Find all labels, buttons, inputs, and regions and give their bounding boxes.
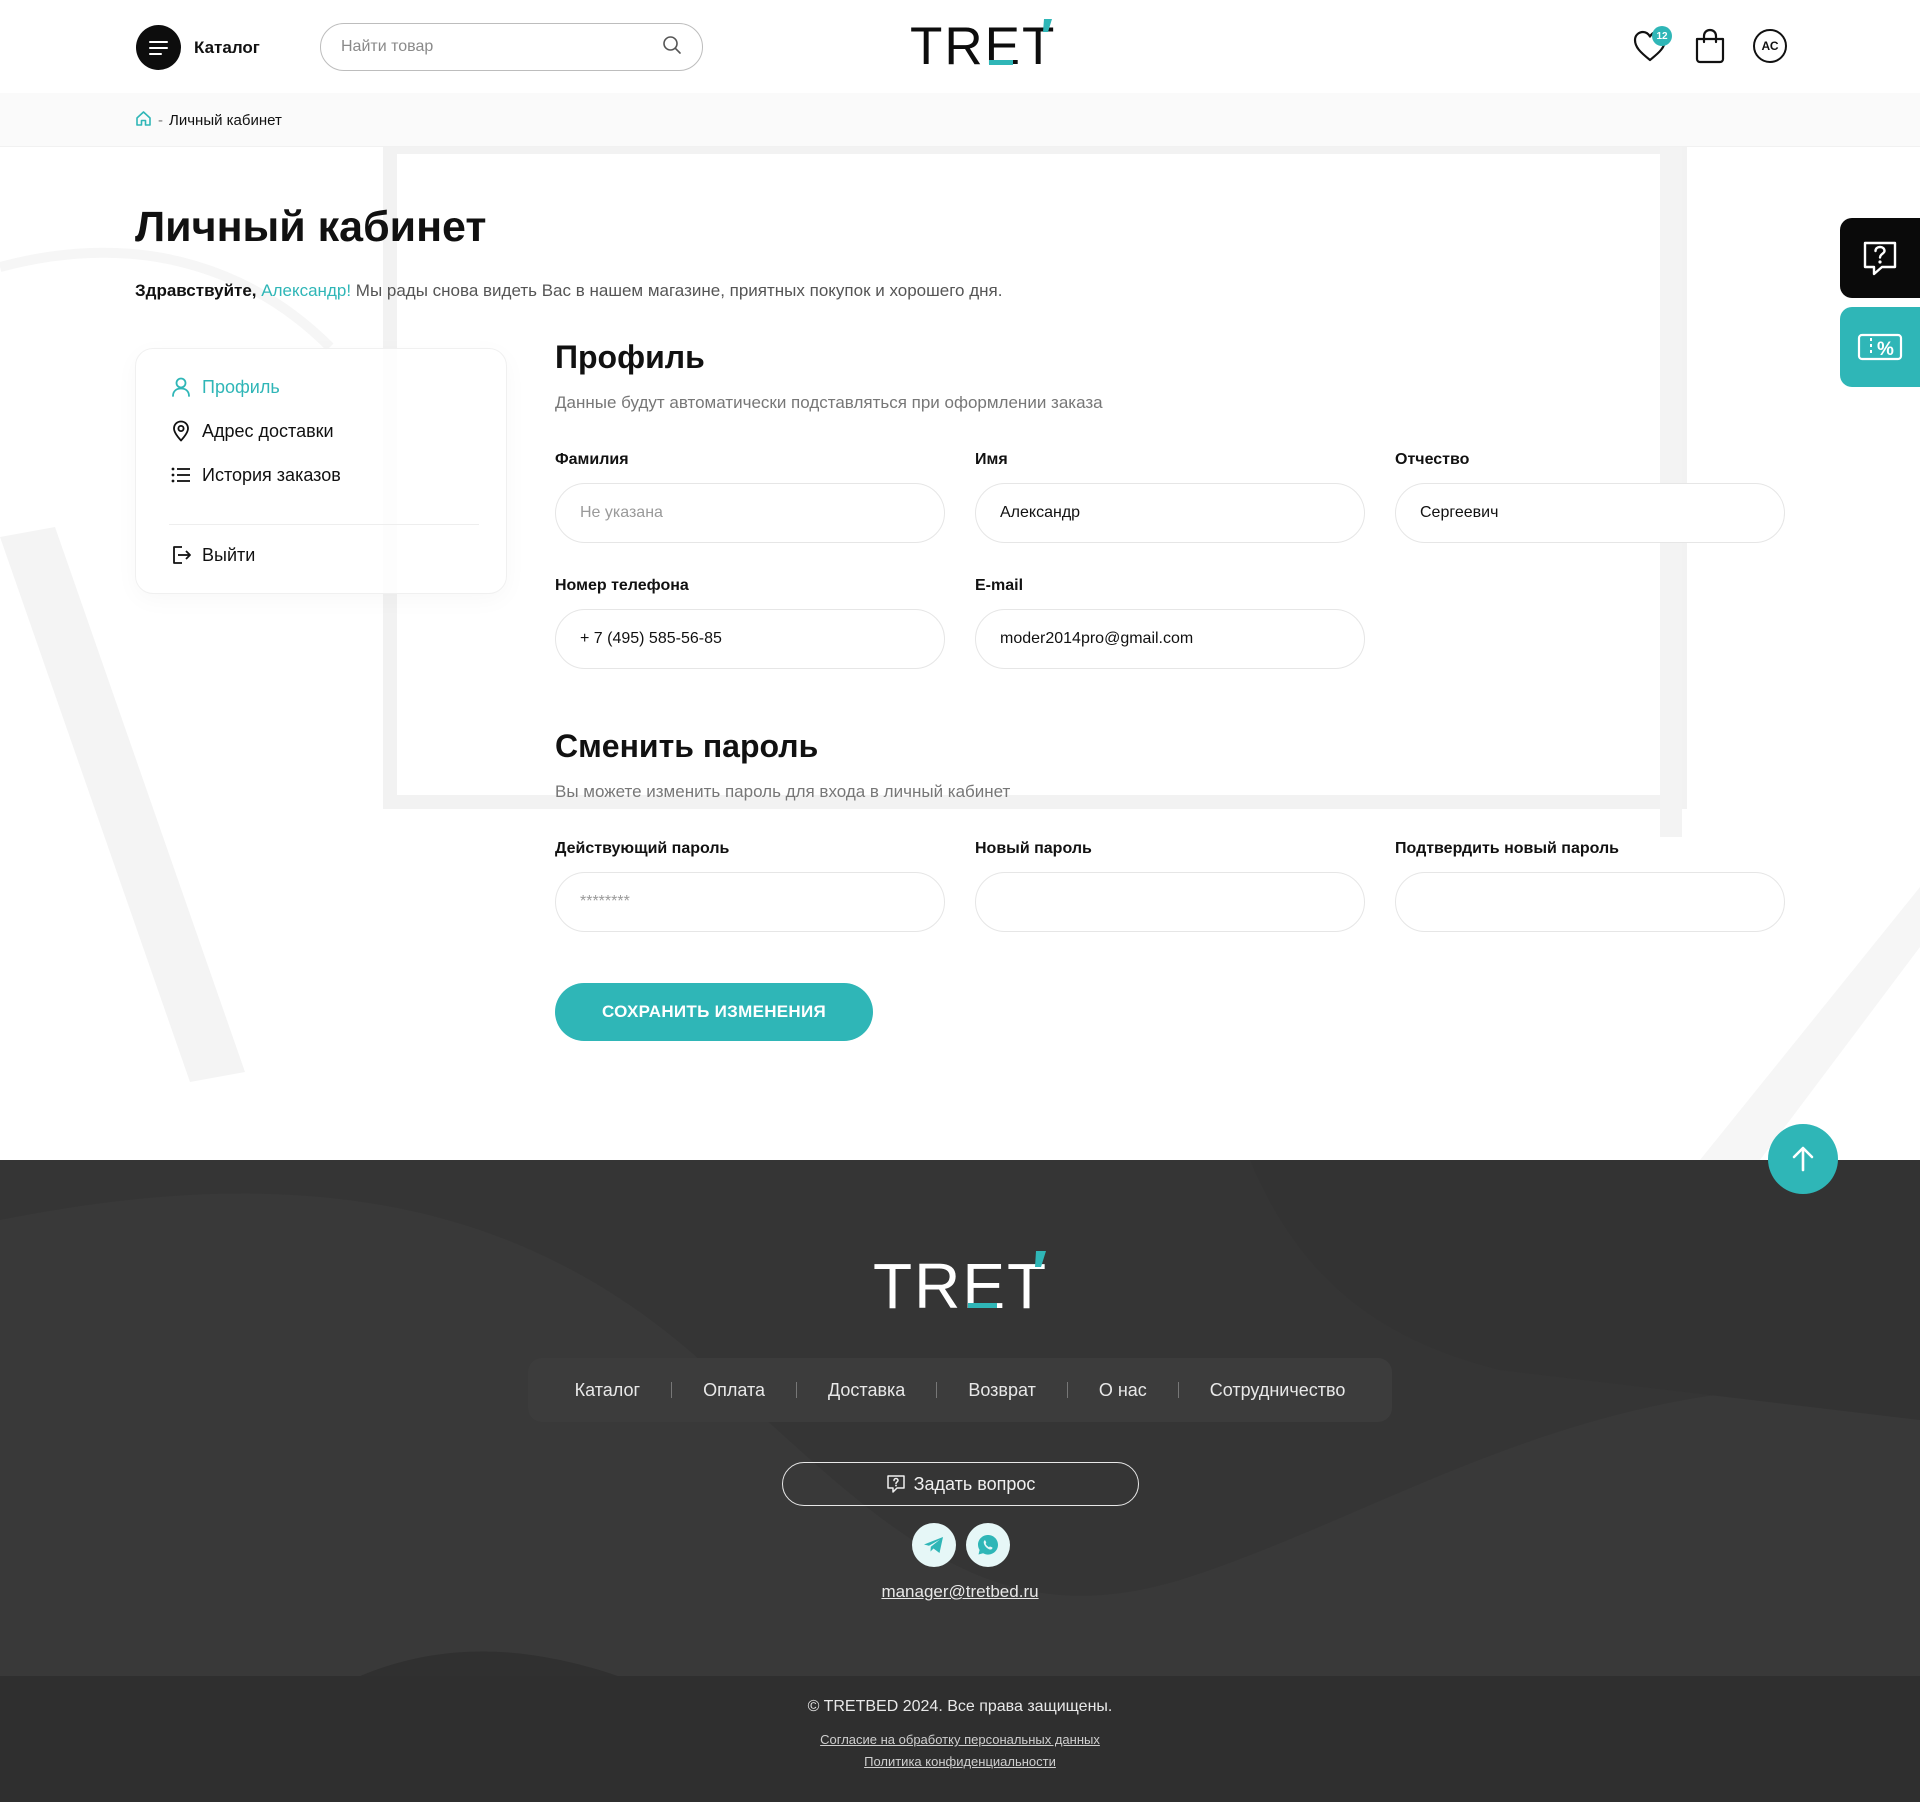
copyright: © TRETBED 2024. Все права защищены.: [807, 1698, 1113, 1715]
greeting-name: Александр!: [261, 281, 352, 300]
current-password-label: Действующий пароль: [555, 840, 730, 857]
footer-nav-about[interactable]: О нас: [1068, 1380, 1178, 1401]
breadcrumb-current: Личный кабинет: [169, 112, 282, 129]
logout-label: Выйти: [202, 544, 256, 565]
privacy-link-row: Политика конфиденциальности: [0, 1754, 1920, 1769]
scroll-to-top-button[interactable]: [1768, 1124, 1838, 1194]
favorites-button[interactable]: 12: [1630, 26, 1672, 66]
shopping-bag-icon: [1695, 28, 1725, 64]
menu-item-order-history[interactable]: История заказов: [169, 463, 341, 487]
home-icon[interactable]: [135, 110, 152, 131]
ask-question-label: Задать вопрос: [913, 1473, 1036, 1494]
account-side-menu: Профиль Адрес доставки История заказов В…: [135, 348, 507, 594]
patronymic-label: Отчество: [1395, 451, 1470, 468]
whatsapp-icon: [978, 1535, 998, 1555]
first-name-field: [975, 483, 1365, 543]
breadcrumb: - Личный кабинет: [135, 110, 282, 131]
phone-field: [555, 609, 945, 669]
breadcrumb-bar: [0, 93, 1920, 147]
patronymic-field: [1395, 483, 1785, 543]
profile-section-title: Профиль: [555, 339, 705, 375]
discount-widget-button[interactable]: %: [1840, 307, 1920, 387]
list-icon: [169, 463, 193, 487]
help-widget-button[interactable]: [1840, 218, 1920, 298]
save-changes-button[interactable]: СОХРАНИТЬ ИЗМЕНЕНИЯ: [555, 983, 873, 1041]
favorites-count-badge: 12: [1652, 26, 1672, 46]
confirm-password-label: Подтвердить новый пароль: [1395, 840, 1619, 857]
search-input[interactable]: [341, 38, 662, 56]
phone-input[interactable]: [580, 630, 920, 648]
logo-text: TRET: [910, 17, 1054, 70]
password-section-subtitle: Вы можете изменить пароль для входа в ли…: [555, 782, 1011, 801]
footer-nav-delivery[interactable]: Доставка: [797, 1380, 936, 1401]
footer-email: manager@tretbed.ru: [0, 1582, 1920, 1602]
footer-nav-catalog[interactable]: Каталог: [544, 1380, 671, 1401]
privacy-link[interactable]: Политика конфиденциальности: [864, 1754, 1056, 1769]
whatsapp-button[interactable]: [966, 1523, 1010, 1567]
greeting: Здравствуйте, Александр! Мы рады снова в…: [135, 281, 1002, 301]
catalog-label: Каталог: [194, 37, 260, 57]
footer-nav-returns[interactable]: Возврат: [937, 1380, 1067, 1401]
confirm-password-input[interactable]: [1420, 893, 1760, 911]
page-title: Личный кабинет: [135, 203, 487, 251]
last-name-input[interactable]: [580, 504, 920, 522]
footer-nav-cooperation[interactable]: Сотрудничество: [1179, 1380, 1377, 1401]
menu-item-label: Профиль: [202, 376, 280, 397]
patronymic-input[interactable]: [1420, 504, 1760, 522]
first-name-input[interactable]: [1000, 504, 1340, 522]
cart-button[interactable]: [1690, 26, 1730, 66]
phone-label: Номер телефона: [555, 577, 689, 594]
logout-button[interactable]: Выйти: [169, 543, 255, 567]
email-input[interactable]: [1000, 630, 1340, 648]
site-logo[interactable]: TRET: [908, 14, 1054, 76]
map-pin-icon: [169, 419, 193, 443]
ask-question-button[interactable]: Задать вопрос: [782, 1462, 1139, 1506]
menu-item-label: История заказов: [202, 464, 341, 485]
avatar: АС: [1753, 29, 1787, 63]
new-password-label: Новый пароль: [975, 840, 1092, 857]
confirm-password-field: [1395, 872, 1785, 932]
question-chat-icon: [1863, 241, 1897, 276]
footer-logo-text: TRET: [873, 1250, 1048, 1312]
menu-item-profile[interactable]: Профиль: [169, 375, 280, 399]
password-section-title: Сменить пароль: [555, 728, 819, 764]
last-name-field: [555, 483, 945, 543]
telegram-button[interactable]: [912, 1523, 956, 1567]
email-label: E-mail: [975, 577, 1024, 594]
greeting-prefix: Здравствуйте,: [135, 281, 257, 300]
consent-link-row: Согласие на обработку персональных данны…: [0, 1732, 1920, 1747]
current-password-field: [555, 872, 945, 932]
header-actions: 12 АС: [1630, 26, 1790, 66]
menu-divider: [169, 524, 479, 525]
breadcrumb-separator: -: [158, 112, 163, 129]
footer-logo[interactable]: TRET: [871, 1248, 1051, 1322]
last-name-label: Фамилия: [555, 451, 629, 468]
search-box: [320, 23, 703, 71]
new-password-field: [975, 872, 1365, 932]
greeting-text: Мы рады снова видеть Вас в нашем магазин…: [355, 281, 1003, 300]
account-button[interactable]: АС: [1750, 26, 1790, 66]
footer-nav: Каталог Оплата Доставка Возврат О нас Со…: [528, 1358, 1392, 1422]
menu-item-label: Адрес доставки: [202, 420, 334, 441]
arrow-up-icon: [1792, 1146, 1814, 1172]
current-password-input[interactable]: [580, 893, 920, 911]
profile-section-subtitle: Данные будут автоматически подставляться…: [555, 393, 1103, 412]
consent-link[interactable]: Согласие на обработку персональных данны…: [820, 1732, 1100, 1747]
discount-coupon-icon: %: [1857, 333, 1903, 361]
site-header: Каталог TRET 12 АС: [0, 0, 1920, 93]
telegram-icon: [924, 1537, 943, 1553]
user-icon: [169, 375, 193, 399]
question-chat-icon: [886, 1474, 906, 1494]
catalog-button[interactable]: Каталог: [136, 25, 260, 70]
logout-icon: [169, 543, 193, 567]
first-name-label: Имя: [975, 451, 1008, 468]
svg-text:%: %: [1877, 339, 1894, 360]
new-password-input[interactable]: [1000, 893, 1340, 911]
footer-email-link[interactable]: manager@tretbed.ru: [881, 1582, 1038, 1601]
email-field: [975, 609, 1365, 669]
menu-item-delivery-address[interactable]: Адрес доставки: [169, 419, 334, 443]
menu-icon: [136, 25, 181, 70]
footer-nav-payment[interactable]: Оплата: [672, 1380, 796, 1401]
search-icon[interactable]: [662, 35, 682, 60]
